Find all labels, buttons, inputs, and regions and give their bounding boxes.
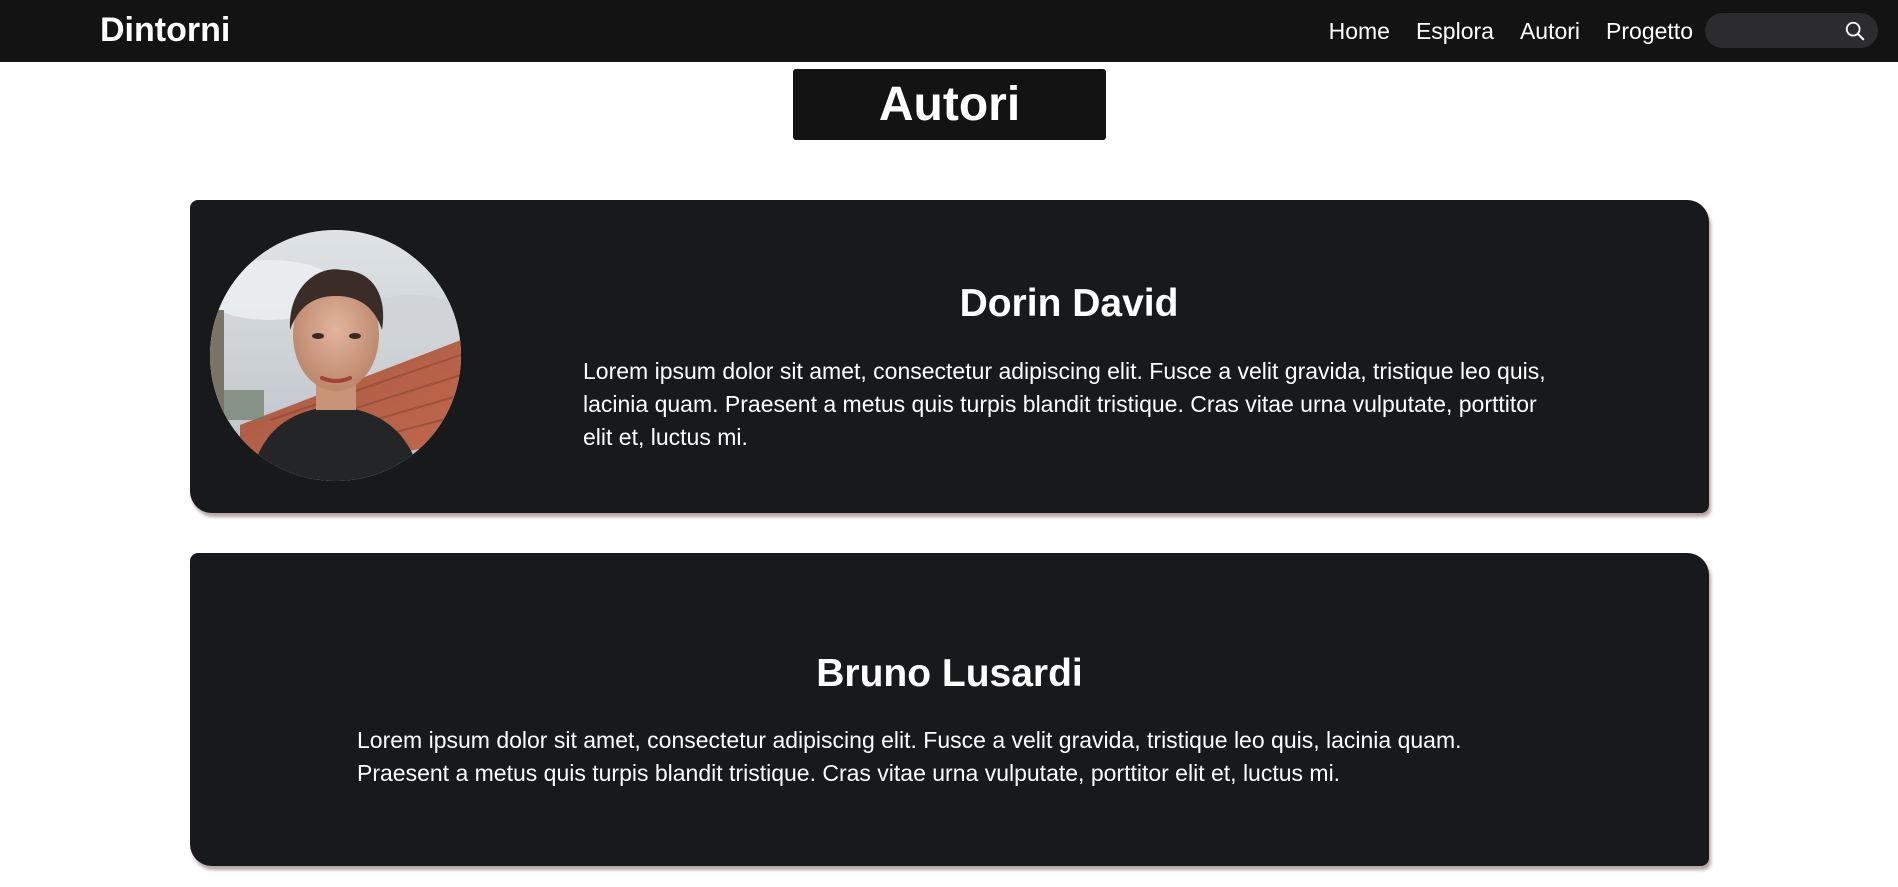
brand-logo[interactable]: Dintorni	[100, 9, 230, 51]
search-icon[interactable]	[1844, 20, 1866, 42]
nav-link-progetto[interactable]: Progetto	[1606, 0, 1693, 62]
author-avatar	[210, 230, 461, 481]
author-photo	[210, 230, 461, 481]
author-bio: Lorem ipsum dolor sit amet, consectetur …	[357, 727, 1462, 786]
search-input[interactable]	[1719, 20, 1849, 41]
nav-link-autori[interactable]: Autori	[1520, 0, 1580, 62]
navbar: Dintorni Home Esplora Autori Progetto	[0, 0, 1898, 62]
author-card: Dorin David Lorem ipsum dolor sit amet, …	[190, 200, 1709, 513]
author-name: Dorin David	[959, 282, 1179, 325]
nav-links: Home Esplora Autori Progetto	[1329, 0, 1693, 62]
author-bio: Lorem ipsum dolor sit amet, consectetur …	[583, 358, 1546, 450]
nav-link-esplora[interactable]: Esplora	[1416, 0, 1494, 62]
nav-link-home[interactable]: Home	[1329, 0, 1390, 62]
author-name: Bruno Lusardi	[816, 652, 1083, 695]
search-box	[1705, 13, 1878, 48]
page-title: Autori	[878, 78, 1021, 131]
page-title-box: Autori	[793, 69, 1106, 140]
author-card: Bruno Lusardi Lorem ipsum dolor sit amet…	[190, 553, 1709, 866]
